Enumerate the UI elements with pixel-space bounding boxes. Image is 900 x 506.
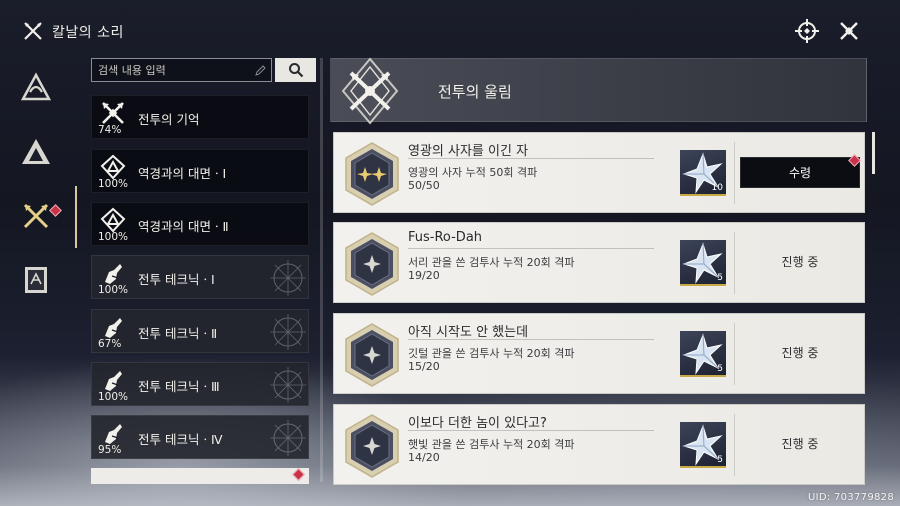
star-icon [345, 232, 399, 296]
list-item-percent: 67% [98, 338, 122, 350]
divider [734, 232, 735, 294]
compass-pattern-icon [270, 420, 306, 456]
list-item-percent: 100% [98, 231, 129, 243]
crossed-blades-icon [24, 22, 42, 40]
divider [734, 142, 735, 204]
divider [734, 323, 735, 385]
achievement-description: 서리 관을 쓴 검투사 누적 20회 격파 [408, 256, 575, 269]
achievement-card: 아직 시작도 안 했는데깃털 관을 쓴 검투사 누적 20회 격파 15/20 5 진… [333, 313, 865, 394]
reward-count: 5 [717, 455, 723, 465]
achievement-title: 영광의 사자를 이긴 자 [408, 144, 529, 159]
twin-stars-icon [345, 142, 399, 206]
rail-item-triangle-swirl[interactable] [16, 68, 56, 108]
list-item-percent: 95% [98, 444, 122, 456]
divider [408, 430, 654, 431]
list-item-label: 역경과의 대면ㆍⅡ [138, 219, 229, 234]
reward-item[interactable]: 5 [680, 422, 726, 468]
achievement-title: 아직 시작도 안 했는데 [408, 325, 529, 340]
crossed-blades-emblem-icon [341, 57, 399, 125]
fist-blade-icon [105, 371, 122, 391]
reward-item[interactable]: 5 [680, 331, 726, 377]
claim-button[interactable]: 수령 [740, 157, 860, 188]
list-item-percent: 100% [98, 391, 129, 403]
search-input[interactable] [92, 59, 271, 82]
search-icon [288, 63, 303, 78]
achievement-description: 영광의 사자 누적 50회 격파 [408, 166, 538, 179]
list-item-percent: 74% [98, 124, 122, 136]
alert-badge [292, 468, 305, 481]
close-icon[interactable] [836, 18, 862, 44]
search-button[interactable] [275, 58, 316, 82]
window-title: 칼날의 소리 [52, 25, 124, 41]
star-icon [345, 414, 399, 478]
reward-item[interactable]: 5 [680, 240, 726, 286]
compass-pattern-icon [270, 260, 306, 296]
list-scrollbar[interactable] [320, 58, 323, 482]
star-icon [345, 323, 399, 387]
list-item-label: 전투 테크닉ㆍⅣ [138, 432, 223, 447]
list-item-category[interactable]: 100% 역경과의 대면ㆍⅡ [91, 202, 309, 246]
shield-triangle-icon [100, 154, 126, 180]
list-item-label: 전투 테크닉ㆍⅡ [138, 326, 218, 341]
list-item-label: 전투의 기억 [138, 112, 200, 127]
achievement-card: Fus-Ro-Dah 서리 관을 쓴 검투사 누적 20회 격파 19/20 5 진행 … [333, 222, 865, 303]
list-item-label: 전투 테크닉ㆍⅢ [138, 379, 220, 394]
fist-blade-icon [105, 318, 122, 338]
category-header: 전투의 울림 [330, 57, 867, 125]
reward-count: 5 [717, 273, 723, 283]
list-item-category[interactable]: 100% 전투 테크닉ㆍⅢ [91, 362, 309, 406]
rail-item-triangle-peak[interactable] [16, 132, 56, 172]
divider [408, 158, 654, 159]
achievement-title: Fus-Ro-Dah [408, 230, 483, 245]
reward-item[interactable]: 10 [680, 150, 726, 196]
achievement-description: 햇빛 관을 쓴 검투사 누적 20회 격파 [408, 438, 575, 451]
reward-count: 10 [711, 183, 723, 193]
list-item-category[interactable]: 100% 전투 테크닉ㆍⅠ [91, 255, 309, 299]
achievement-progress: 14/20 [408, 451, 440, 464]
reward-count: 5 [717, 364, 723, 374]
list-item-category[interactable]: 74% 전투의 기억 [91, 95, 309, 139]
achievement-card: 영광의 사자를 이긴 자영광의 사자 누적 50회 격파 50/50 10 수령 [333, 132, 865, 213]
divider [408, 248, 654, 249]
achievement-card: 이보다 더한 놈이 있다고? 햇빛 관을 쓴 검투사 누적 20회 격파 14/20… [333, 404, 865, 485]
category-title: 전투의 울림 [438, 83, 512, 101]
list-item-category[interactable]: 95% 전투 테크닉ㆍⅣ [91, 415, 309, 459]
list-item-category[interactable]: 100% 역경과의 대면ㆍⅠ [91, 149, 309, 193]
divider [734, 414, 735, 476]
crossed-blades-icon [23, 203, 49, 229]
list-item-category[interactable]: 67% 전투 테크닉ㆍⅡ [91, 309, 309, 353]
list-item-percent: 100% [98, 284, 129, 296]
list-item-label: 역경과의 대면ㆍⅠ [138, 166, 227, 181]
rail-item-crossed-blades[interactable] [16, 196, 62, 236]
crossed-swords-icon [102, 102, 124, 124]
achievement-title: 이보다 더한 놈이 있다고? [408, 416, 547, 431]
achievement-progress: 19/20 [408, 269, 440, 282]
rail-item-card[interactable] [16, 260, 56, 300]
triangle-swirl-icon [20, 72, 52, 101]
fist-blade-icon [105, 264, 122, 284]
status-in-progress: 진행 중 [781, 255, 819, 269]
divider [408, 339, 654, 340]
achievement-description: 깃털 관을 쓴 검투사 누적 20회 격파 [408, 347, 575, 360]
status-in-progress: 진행 중 [781, 437, 819, 451]
list-item-partial[interactable] [91, 468, 309, 484]
edit-icon [255, 65, 266, 76]
target-menu-icon[interactable] [794, 18, 820, 44]
achievement-progress: 15/20 [408, 360, 440, 373]
compass-pattern-icon [270, 367, 306, 403]
search-field[interactable] [91, 58, 272, 82]
shield-triangle-icon [100, 207, 126, 233]
rail-active-indicator [75, 186, 77, 248]
achievement-progress: 50/50 [408, 179, 440, 192]
status-in-progress: 진행 중 [781, 346, 819, 360]
card-icon [25, 267, 47, 293]
achievement-scrollbar[interactable] [872, 132, 875, 174]
fist-blade-icon [105, 424, 122, 444]
top-bar: 칼날의 소리 [0, 0, 900, 58]
list-item-percent: 100% [98, 178, 129, 190]
triangle-peak-icon [22, 139, 50, 164]
list-item-label: 전투 테크닉ㆍⅠ [138, 272, 215, 287]
uid-label: UID: 703779828 [808, 492, 894, 503]
compass-pattern-icon [270, 314, 306, 350]
